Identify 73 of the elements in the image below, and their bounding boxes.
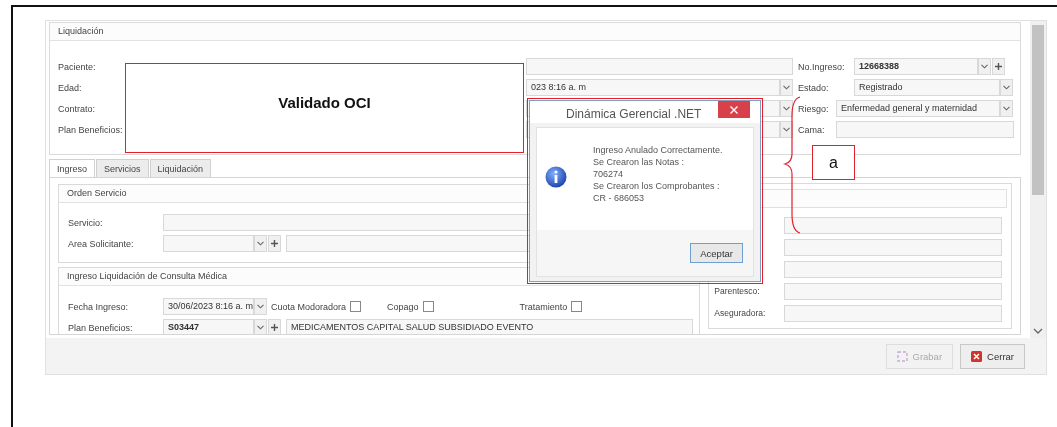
- tab[interactable]: Liquidación: [149, 159, 212, 177]
- chevron-down-icon: [257, 325, 264, 330]
- close-icon: [971, 351, 983, 362]
- dropdown-field[interactable]: Enfermedad general y maternidad: [836, 100, 1000, 117]
- dropdown-button[interactable]: [254, 298, 267, 315]
- save-icon: [896, 351, 908, 362]
- field-label: Aseguradora:: [714, 308, 767, 318]
- plus-icon: [271, 240, 278, 247]
- checkbox[interactable]: [350, 301, 362, 312]
- dialog-title: Dinámica Gerencial .NET: [566, 107, 702, 121]
- field-label: Fecha Ingreso:: [68, 301, 130, 312]
- checkbox-label: Tratamiento: [519, 301, 568, 312]
- input-field[interactable]: [784, 238, 1003, 256]
- field-label: Plan Beneficios:: [58, 124, 124, 135]
- stamp-text: Validado OCI: [278, 94, 371, 112]
- checkbox-label: Cuota Modoradora: [271, 301, 347, 312]
- chevron-down-icon: [257, 241, 264, 246]
- field-label: Riesgo:: [798, 103, 830, 114]
- input-field[interactable]: [784, 282, 1003, 300]
- add-button[interactable]: [268, 235, 281, 252]
- chevron-down-icon: [981, 64, 988, 69]
- field-label: Cama:: [798, 124, 826, 135]
- chevron-down-icon: [257, 304, 264, 309]
- plus-icon: [271, 324, 278, 331]
- field-label: Contrato:: [58, 103, 97, 114]
- chevron-down-icon: [783, 85, 790, 90]
- ok-button[interactable]: Aceptar: [690, 243, 743, 263]
- scrollbar[interactable]: [1030, 21, 1046, 338]
- date-field[interactable]: 30/06/2023 8:16 a. m: [163, 298, 254, 315]
- field-label: Parentesco:: [714, 286, 761, 296]
- chevron-down-icon: [783, 127, 790, 132]
- field-label: Area Solicitante:: [68, 238, 135, 249]
- add-button[interactable]: [992, 58, 1005, 75]
- chevron-down-icon: [783, 106, 790, 111]
- input-field[interactable]: [784, 304, 1003, 322]
- close-button[interactable]: Cerrar: [960, 344, 1025, 369]
- info-icon: [545, 166, 567, 188]
- checkbox-label: Copago: [387, 301, 419, 312]
- scrollbar-thumb[interactable]: [1032, 25, 1044, 195]
- dropdown-button[interactable]: [1000, 100, 1013, 117]
- dropdown-button[interactable]: [978, 58, 991, 75]
- field-label: Plan Beneficios:: [68, 322, 134, 333]
- plus-icon: [995, 63, 1002, 70]
- tab[interactable]: Ingreso: [49, 159, 96, 177]
- add-button[interactable]: [268, 319, 281, 334]
- field-label: Servicio:: [68, 217, 104, 228]
- dropdown-button[interactable]: [254, 319, 267, 334]
- tab[interactable]: Servicios: [96, 159, 149, 177]
- input-field[interactable]: 12668388: [854, 58, 978, 75]
- chevron-down-icon: [1003, 85, 1010, 90]
- field-label: Paciente:: [58, 61, 97, 72]
- input-field[interactable]: MEDICAMENTOS CAPITAL SALUD SUBSIDIADO EVENTO: [286, 319, 693, 334]
- checkbox[interactable]: [571, 301, 583, 312]
- dropdown-field[interactable]: 023 8:16 a. m: [526, 79, 780, 96]
- scroll-down-icon[interactable]: [1033, 328, 1043, 334]
- field-label: Estado:: [798, 82, 830, 93]
- checkbox[interactable]: [422, 301, 434, 312]
- dropdown-field[interactable]: Registrado: [854, 79, 1000, 96]
- dropdown-button[interactable]: [1000, 79, 1013, 96]
- callout-label: a: [812, 145, 855, 180]
- input-field[interactable]: [163, 235, 254, 252]
- input-field[interactable]: [784, 216, 1003, 234]
- close-icon: [730, 105, 738, 114]
- input-field[interactable]: [836, 121, 1014, 138]
- chevron-down-icon: [1003, 106, 1010, 111]
- dropdown-button[interactable]: [780, 79, 793, 96]
- field-label: No.Ingreso:: [798, 61, 846, 72]
- close-button[interactable]: [718, 101, 750, 118]
- input-field[interactable]: [526, 58, 793, 75]
- input-field[interactable]: [784, 260, 1003, 278]
- field-label: Edad:: [58, 82, 83, 93]
- input-field[interactable]: S03447: [163, 319, 254, 334]
- dropdown-button[interactable]: [254, 235, 267, 252]
